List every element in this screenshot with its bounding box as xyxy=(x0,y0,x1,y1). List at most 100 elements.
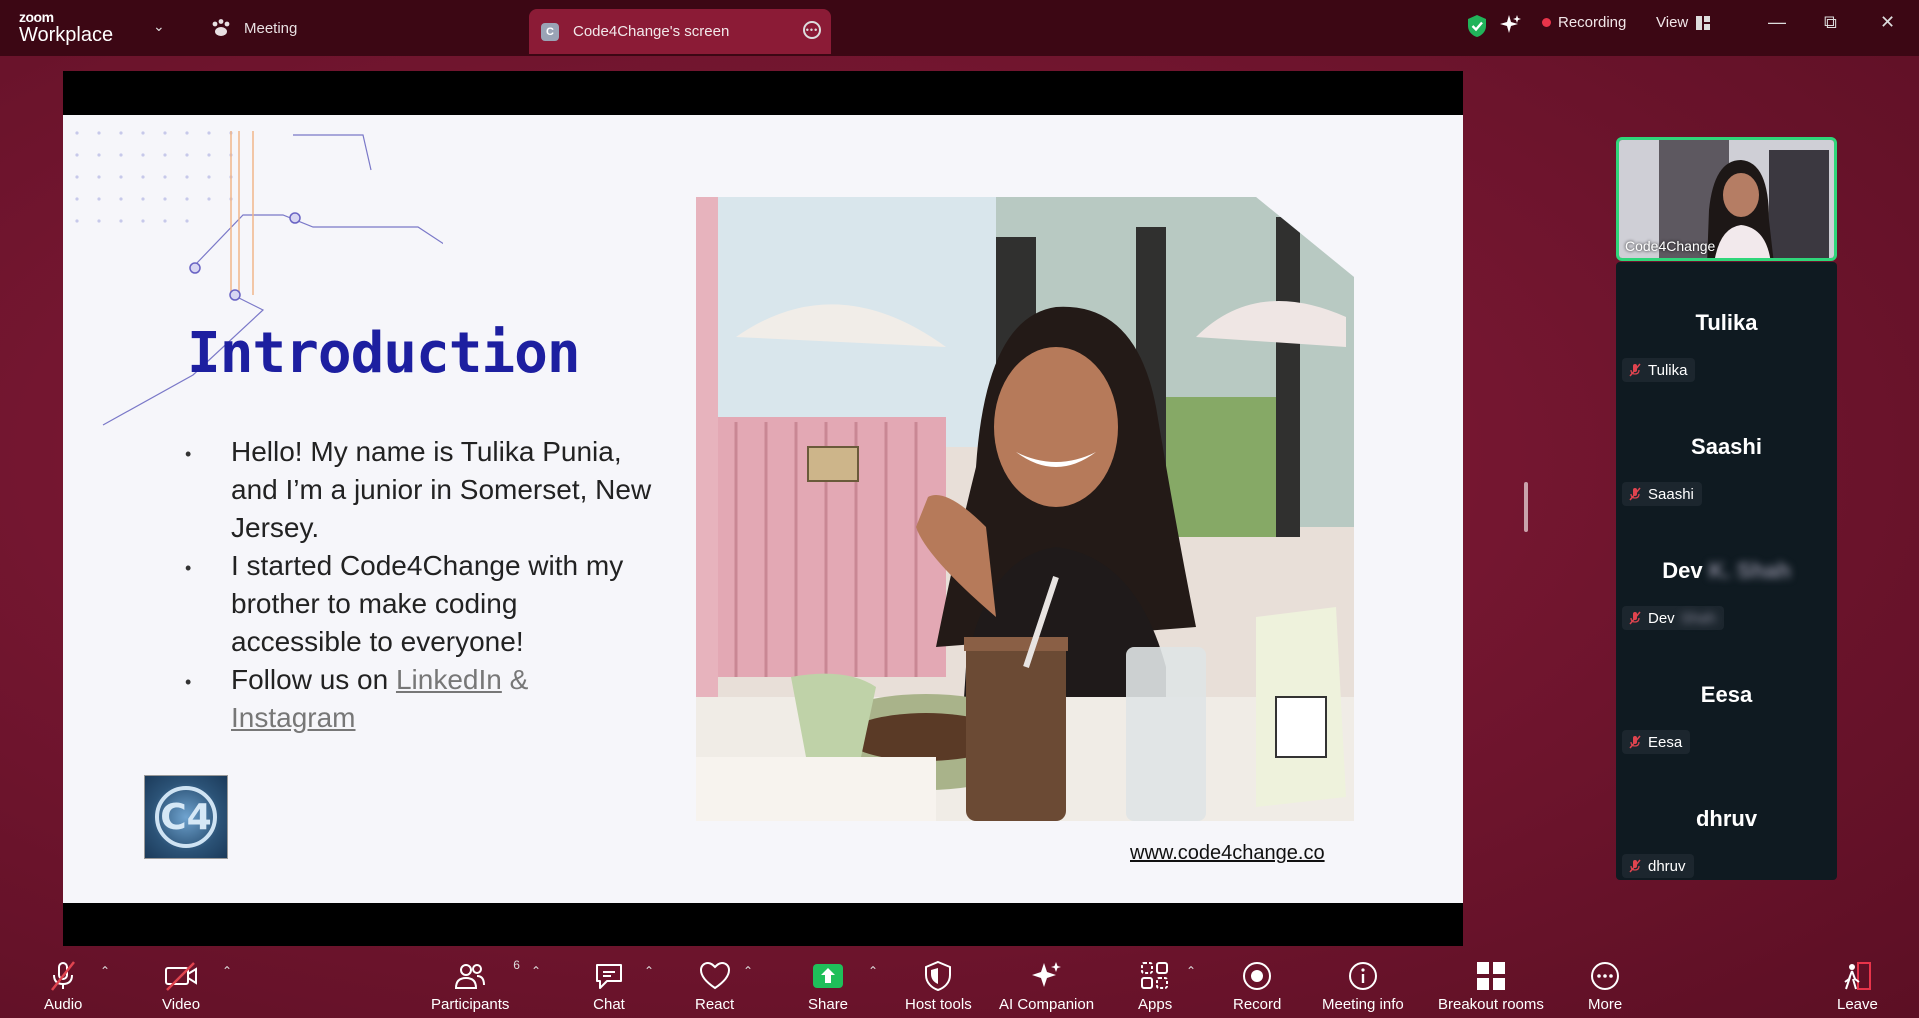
participant-tag: Dev Shah xyxy=(1622,606,1724,630)
chat-options-caret-icon[interactable]: ⌃ xyxy=(644,964,654,978)
ampersand-text: & xyxy=(501,664,529,695)
participant-name: Tulika xyxy=(1695,310,1758,335)
instagram-link[interactable]: Instagram xyxy=(231,702,356,733)
minimize-icon[interactable]: — xyxy=(1768,12,1786,33)
active-speaker-tile[interactable]: Code4Change xyxy=(1616,137,1837,261)
video-button[interactable]: Video xyxy=(162,958,200,1013)
audio-button[interactable]: Audio xyxy=(44,958,82,1013)
video-options-caret-icon[interactable]: ⌃ xyxy=(222,964,232,978)
video-label: Video xyxy=(162,996,201,1013)
restore-window-icon[interactable]: ⧉ xyxy=(1824,12,1837,33)
leave-button[interactable]: Leave xyxy=(1837,958,1878,1013)
apps-icon xyxy=(1141,962,1169,989)
slide-title: Introduction xyxy=(187,321,581,386)
participant-name: Saashi xyxy=(1691,434,1762,459)
muted-mic-icon xyxy=(1629,487,1641,501)
muted-mic-icon xyxy=(51,961,76,991)
host-tools-button[interactable]: Host tools xyxy=(905,958,972,1013)
ai-sparkle-icon[interactable] xyxy=(1500,14,1522,36)
paw-icon xyxy=(212,19,230,36)
participant-tag: Eesa xyxy=(1622,730,1691,754)
muted-mic-icon xyxy=(1629,859,1641,873)
recording-dot-icon xyxy=(1542,18,1551,27)
ai-companion-label: AI Companion xyxy=(999,996,1095,1013)
tab-shared-screen-label: Code4Change's screen xyxy=(573,23,730,40)
tab-shared-screen[interactable]: C Code4Change's screen ••• xyxy=(529,9,831,54)
bullet-item-follow: Follow us on LinkedIn & Instagram xyxy=(183,661,653,737)
logo-workplace-text: Workplace xyxy=(19,24,114,46)
participants-button[interactable]: 6 Participants xyxy=(431,958,520,1013)
security-shield-icon[interactable] xyxy=(1466,14,1488,38)
more-dots-icon xyxy=(1591,962,1620,990)
participants-count: 6 xyxy=(513,958,520,972)
video-off-icon xyxy=(165,962,198,991)
website-url[interactable]: www.code4change.co xyxy=(1130,842,1325,865)
ai-companion-button[interactable]: AI Companion xyxy=(999,958,1094,1013)
follow-text: Follow us on xyxy=(231,664,396,695)
share-screen-icon xyxy=(813,964,844,988)
view-label: View xyxy=(1656,14,1689,31)
muted-mic-icon xyxy=(1629,735,1641,749)
chat-button[interactable]: Chat xyxy=(593,958,625,1013)
react-options-caret-icon[interactable]: ⌃ xyxy=(743,964,753,978)
linkedin-link[interactable]: LinkedIn xyxy=(396,664,502,695)
meeting-info-button[interactable]: Meeting info xyxy=(1322,958,1404,1013)
participant-tag: Saashi xyxy=(1622,482,1702,506)
participant-name: Dev K. Shah xyxy=(1616,558,1837,584)
audio-options-caret-icon[interactable]: ⌃ xyxy=(100,964,110,978)
screen-avatar-icon: C xyxy=(541,22,559,41)
apps-options-caret-icon[interactable]: ⌃ xyxy=(1186,964,1196,978)
more-label: More xyxy=(1588,996,1623,1013)
logo-zoom-text: zoom xyxy=(19,9,54,25)
react-label: React xyxy=(695,996,735,1013)
muted-mic-icon xyxy=(1629,611,1641,625)
participant-tag-label: dhruv xyxy=(1648,857,1686,875)
host-tools-label: Host tools xyxy=(905,996,972,1013)
breakout-rooms-button[interactable]: Breakout rooms xyxy=(1438,958,1544,1013)
close-icon[interactable]: ✕ xyxy=(1880,12,1895,33)
heart-icon xyxy=(699,961,730,990)
audio-label: Audio xyxy=(44,996,83,1013)
breakout-rooms-icon xyxy=(1476,962,1505,990)
chevron-down-icon[interactable]: ⌄ xyxy=(153,18,165,35)
share-label: Share xyxy=(808,996,849,1013)
react-button[interactable]: React xyxy=(695,958,734,1013)
more-button[interactable]: More xyxy=(1588,958,1622,1013)
participants-options-caret-icon[interactable]: ⌃ xyxy=(531,964,541,978)
circuit-decoration xyxy=(75,131,443,426)
participants-icon xyxy=(455,964,486,989)
ai-companion-sparkle-icon xyxy=(1031,962,1061,987)
bullet-item: Hello! My name is Tulika Punia, and I’m … xyxy=(183,433,653,547)
shared-slide: Introduction Hello! My name is Tulika Pu… xyxy=(63,115,1463,903)
participant-tag-label: Eesa xyxy=(1648,733,1683,751)
participant-name-redacted: K. Shah xyxy=(1708,558,1791,583)
participant-tag-label: Tulika xyxy=(1648,361,1688,379)
title-bar: zoom Workplace ⌄ Meeting C Code4Change's… xyxy=(0,0,1919,56)
recording-indicator[interactable]: Recording xyxy=(1542,14,1626,31)
participant-tag: Tulika xyxy=(1622,358,1696,382)
speaker-photo xyxy=(696,197,1354,821)
participants-label: Participants xyxy=(431,996,510,1013)
tab-meeting-label: Meeting xyxy=(244,19,298,37)
record-label: Record xyxy=(1233,996,1282,1013)
participant-name: Eesa xyxy=(1700,682,1753,707)
speaker-name: Code4Change xyxy=(1625,238,1716,254)
share-options-caret-icon[interactable]: ⌃ xyxy=(868,964,878,978)
chat-icon xyxy=(596,964,622,989)
record-button[interactable]: Record xyxy=(1233,958,1281,1013)
participant-tag: dhruv xyxy=(1622,854,1694,878)
apps-button[interactable]: Apps xyxy=(1138,958,1172,1013)
view-grid-icon xyxy=(1696,15,1711,30)
participant-tag-label: Dev xyxy=(1648,609,1675,627)
more-options-icon[interactable]: ••• xyxy=(803,21,821,39)
tab-meeting[interactable]: Meeting xyxy=(210,18,297,38)
info-icon xyxy=(1348,962,1377,990)
panel-resize-handle[interactable] xyxy=(1524,482,1528,532)
view-button[interactable]: View xyxy=(1656,14,1711,31)
participant-tag-label: Saashi xyxy=(1648,485,1694,503)
zoom-logo: zoom Workplace xyxy=(19,10,113,45)
share-button[interactable]: Share xyxy=(808,958,848,1013)
code4change-logo: C4 xyxy=(144,775,228,859)
meeting-toolbar: Audio ⌃ Video ⌃ 6 Participants ⌃ Chat ⌃ … xyxy=(0,950,1919,1018)
muted-mic-icon xyxy=(1629,363,1641,377)
